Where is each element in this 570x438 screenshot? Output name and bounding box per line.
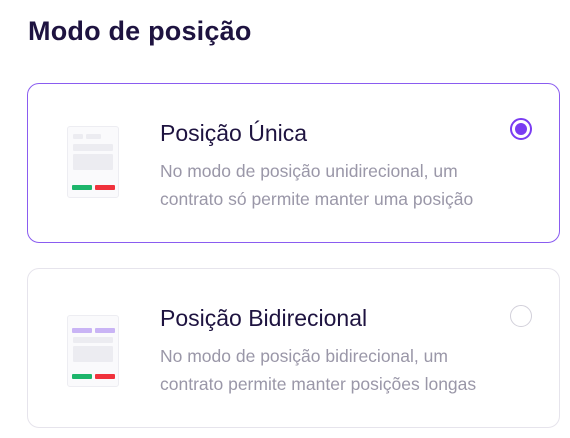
radio-unselected[interactable]: [510, 305, 532, 327]
radio-selected[interactable]: [510, 118, 532, 140]
option-title: Posição Única: [160, 120, 308, 146]
option-description: No modo de posição bidirecional, um cont…: [160, 342, 550, 398]
option-description: No modo de posição unidirecional, um con…: [160, 157, 550, 213]
option-description-line: No modo de posição bidirecional, um: [160, 346, 448, 366]
page-title: Modo de posição: [28, 16, 252, 46]
option-description-line: contrato permite manter posições longas: [160, 374, 477, 394]
option-title: Posição Bidirecional: [160, 305, 368, 331]
option-description-line: contrato só permite manter uma posição: [160, 189, 474, 209]
bidirectional-position-preview-icon: [67, 315, 119, 387]
option-description-line: No modo de posição unidirecional, um: [160, 161, 458, 181]
single-position-preview-icon: [67, 126, 119, 198]
option-single-position[interactable]: Posição Única No modo de posição unidire…: [27, 83, 560, 243]
position-mode-page: Modo de posição Posição Única No modo de…: [0, 0, 570, 438]
option-bidirectional-position[interactable]: Posição Bidirecional No modo de posição …: [27, 268, 560, 428]
